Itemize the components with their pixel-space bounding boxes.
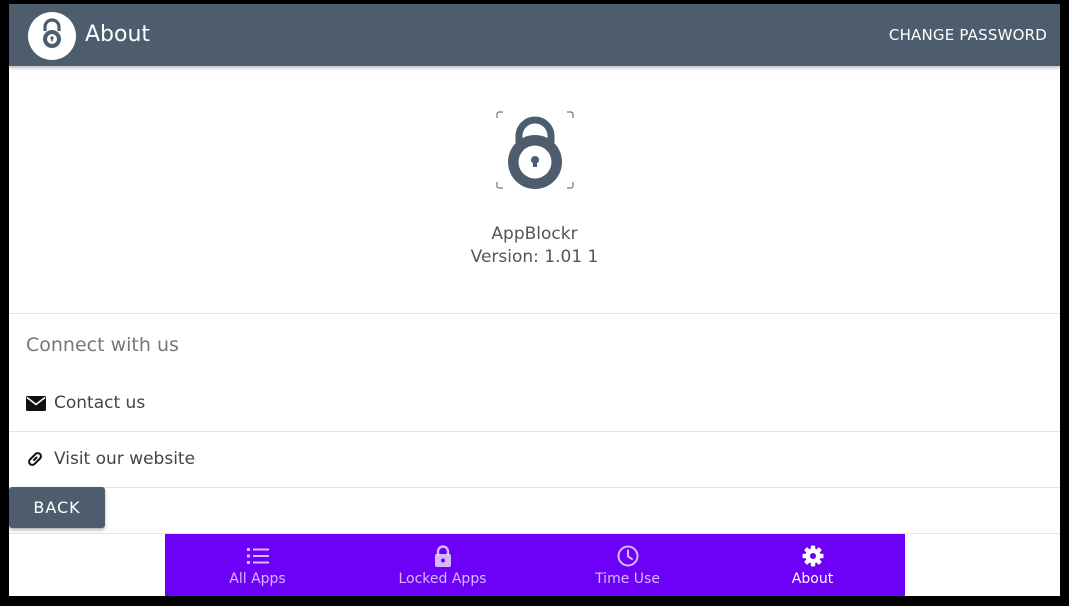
connect-heading: Connect with us	[26, 334, 179, 356]
nav-locked-apps[interactable]: Locked Apps	[350, 534, 535, 596]
app-name: AppBlockr	[491, 224, 578, 244]
nav-label: Time Use	[595, 571, 660, 587]
nav-label: About	[791, 571, 834, 587]
app-icon	[495, 110, 575, 190]
envelope-icon	[26, 395, 54, 411]
clock-icon	[617, 544, 639, 568]
nav-label: All Apps	[229, 571, 286, 587]
contact-us-item[interactable]: Contact us	[9, 375, 1060, 432]
gear-icon	[802, 544, 824, 568]
lock-icon	[434, 544, 452, 568]
nav-label: Locked Apps	[398, 571, 487, 587]
contact-us-label: Contact us	[54, 393, 146, 413]
about-section: AppBlockr Version: 1.01 1	[9, 66, 1060, 314]
app-version: Version: 1.01 1	[470, 247, 599, 267]
app-window: About CHANGE PASSWORD AppBlockr Version:…	[9, 4, 1060, 596]
visit-website-label: Visit our website	[54, 449, 196, 469]
nav-all-apps[interactable]: All Apps	[165, 534, 350, 596]
app-logo	[28, 12, 76, 60]
app-bar: About CHANGE PASSWORD	[9, 4, 1060, 66]
nav-about[interactable]: About	[720, 534, 905, 596]
nav-time-use[interactable]: Time Use	[535, 534, 720, 596]
link-icon	[26, 450, 54, 468]
bottom-navigation: All Apps Locked Apps Time Use About	[165, 534, 905, 596]
lock-logo-icon	[39, 18, 65, 54]
back-button[interactable]: BACK	[9, 487, 105, 528]
page-title: About	[85, 22, 151, 47]
change-password-button[interactable]: CHANGE PASSWORD	[889, 25, 1047, 45]
list-icon	[246, 544, 269, 568]
visit-website-item[interactable]: Visit our website	[9, 431, 1060, 488]
